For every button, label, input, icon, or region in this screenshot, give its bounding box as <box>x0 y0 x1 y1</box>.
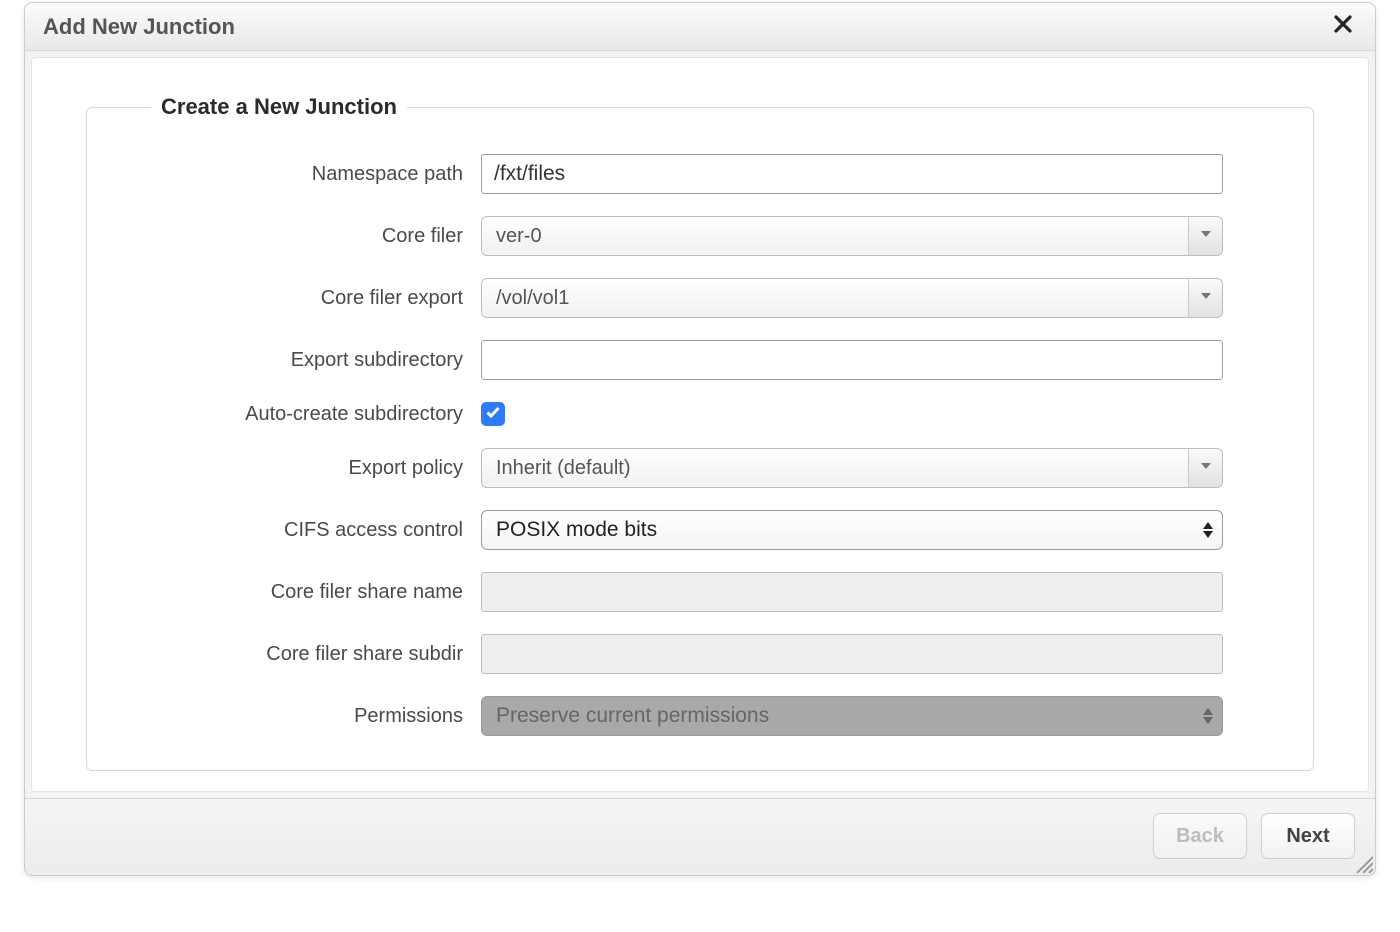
label-auto-create-subdir: Auto-create subdirectory <box>127 403 481 426</box>
dialog-title: Add New Junction <box>43 14 235 40</box>
updown-icon <box>1194 522 1222 538</box>
core-filer-select-value: ver-0 <box>482 225 1188 248</box>
dialog-body: Create a New Junction Namespace path Cor… <box>31 57 1369 792</box>
label-core-filer-share-subdir: Core filer share subdir <box>127 643 481 666</box>
label-core-filer: Core filer <box>127 225 481 248</box>
permissions-select: Preserve current permissions <box>481 696 1223 736</box>
core-filer-export-select-value: /vol/vol1 <box>482 287 1188 310</box>
dialog-footer: Back Next <box>25 798 1375 875</box>
row-core-filer-share-name: Core filer share name <box>127 572 1223 612</box>
label-export-subdirectory: Export subdirectory <box>127 349 481 372</box>
chevron-down-icon <box>1200 459 1212 477</box>
row-auto-create-subdir: Auto-create subdirectory <box>127 402 1223 426</box>
check-icon <box>485 404 501 425</box>
updown-icon <box>1194 708 1222 724</box>
export-policy-select-value: Inherit (default) <box>482 457 1188 480</box>
core-filer-share-name-input <box>481 572 1223 612</box>
core-filer-export-select[interactable]: /vol/vol1 <box>481 278 1223 318</box>
row-export-policy: Export policy Inherit (default) <box>127 448 1223 488</box>
core-filer-select[interactable]: ver-0 <box>481 216 1223 256</box>
resize-grip-icon <box>1353 853 1373 873</box>
label-namespace-path: Namespace path <box>127 163 481 186</box>
export-subdirectory-input[interactable] <box>481 340 1223 380</box>
label-cifs-access-control: CIFS access control <box>127 519 481 542</box>
label-permissions: Permissions <box>127 705 481 728</box>
label-core-filer-export: Core filer export <box>127 287 481 310</box>
label-core-filer-share-name: Core filer share name <box>127 581 481 604</box>
dropdown-button <box>1188 279 1222 317</box>
label-export-policy: Export policy <box>127 457 481 480</box>
row-namespace-path: Namespace path <box>127 154 1223 194</box>
close-button[interactable] <box>1329 13 1357 41</box>
dialog: Add New Junction Create a New Junction N… <box>24 2 1376 876</box>
permissions-select-value: Preserve current permissions <box>482 704 1194 728</box>
export-policy-select[interactable]: Inherit (default) <box>481 448 1223 488</box>
row-permissions: Permissions Preserve current permissions <box>127 696 1223 736</box>
core-filer-share-subdir-input <box>481 634 1223 674</box>
dialog-titlebar: Add New Junction <box>25 3 1375 51</box>
auto-create-subdir-checkbox[interactable] <box>481 402 505 426</box>
close-icon <box>1333 14 1353 39</box>
cifs-access-control-select[interactable]: POSIX mode bits <box>481 510 1223 550</box>
dropdown-button <box>1188 449 1222 487</box>
row-export-subdirectory: Export subdirectory <box>127 340 1223 380</box>
create-junction-group: Create a New Junction Namespace path Cor… <box>86 94 1314 771</box>
namespace-path-input[interactable] <box>481 154 1223 194</box>
next-button[interactable]: Next <box>1261 813 1355 859</box>
group-legend: Create a New Junction <box>151 94 407 120</box>
row-core-filer-share-subdir: Core filer share subdir <box>127 634 1223 674</box>
row-core-filer-export: Core filer export /vol/vol1 <box>127 278 1223 318</box>
back-button: Back <box>1153 813 1247 859</box>
row-core-filer: Core filer ver-0 <box>127 216 1223 256</box>
dropdown-button <box>1188 217 1222 255</box>
cifs-access-control-select-value: POSIX mode bits <box>482 518 1194 542</box>
chevron-down-icon <box>1200 227 1212 245</box>
row-cifs-access-control: CIFS access control POSIX mode bits <box>127 510 1223 550</box>
chevron-down-icon <box>1200 289 1212 307</box>
